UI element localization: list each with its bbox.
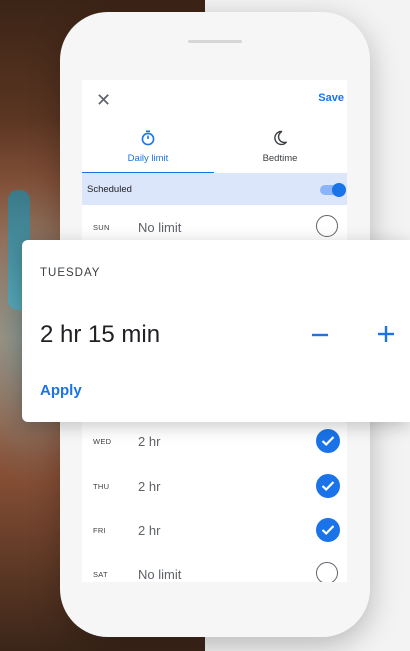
check-circle-icon[interactable] bbox=[316, 429, 340, 453]
check-circle-icon[interactable] bbox=[316, 474, 340, 498]
plus-button[interactable] bbox=[374, 322, 398, 346]
day-abbr: THU bbox=[93, 482, 110, 491]
day-limit-value: 2 hr bbox=[138, 523, 161, 538]
dialog-limit-value: 2 hr 15 min bbox=[40, 321, 161, 348]
top-bar: ✕ Save bbox=[82, 80, 347, 120]
day-row-sat[interactable]: SAT No limit bbox=[82, 558, 347, 582]
close-button[interactable]: ✕ bbox=[96, 90, 111, 110]
scheduled-toggle-knob[interactable] bbox=[332, 183, 346, 197]
day-row-fri[interactable]: FRI 2 hr bbox=[82, 514, 347, 548]
unchecked-circle-icon[interactable] bbox=[316, 215, 338, 237]
dialog-day-label: TUESDAY bbox=[40, 267, 101, 279]
timer-icon bbox=[141, 130, 155, 146]
apply-button[interactable]: Apply bbox=[40, 382, 82, 399]
tab-daily-limit-label: Daily limit bbox=[127, 153, 169, 164]
tab-bar: Daily limit Bedtime bbox=[82, 124, 347, 174]
day-limit-value: No limit bbox=[138, 567, 182, 582]
day-limit-value: No limit bbox=[138, 220, 182, 235]
day-abbr: FRI bbox=[93, 526, 106, 535]
day-row-thu[interactable]: THU 2 hr bbox=[82, 470, 347, 504]
day-limit-value: 2 hr bbox=[138, 479, 161, 494]
day-abbr: SUN bbox=[93, 223, 110, 232]
tab-daily-limit[interactable]: Daily limit bbox=[82, 124, 214, 174]
day-limit-dialog: TUESDAY 2 hr 15 min Apply bbox=[22, 240, 410, 422]
scheduled-row: Scheduled bbox=[82, 173, 347, 205]
minus-button[interactable] bbox=[308, 323, 332, 347]
tab-bedtime-label: Bedtime bbox=[262, 153, 298, 164]
scheduled-label: Scheduled bbox=[87, 184, 132, 195]
tab-bedtime[interactable]: Bedtime bbox=[214, 124, 346, 174]
unchecked-circle-icon[interactable] bbox=[316, 562, 338, 582]
save-button[interactable]: Save bbox=[318, 92, 344, 104]
day-abbr: WED bbox=[93, 437, 112, 446]
phone-speaker bbox=[188, 40, 242, 43]
day-limit-value: 2 hr bbox=[138, 434, 161, 449]
day-row-wed[interactable]: WED 2 hr bbox=[82, 425, 347, 459]
day-abbr: SAT bbox=[93, 570, 108, 579]
check-circle-icon[interactable] bbox=[316, 518, 340, 542]
moon-icon bbox=[274, 130, 288, 146]
